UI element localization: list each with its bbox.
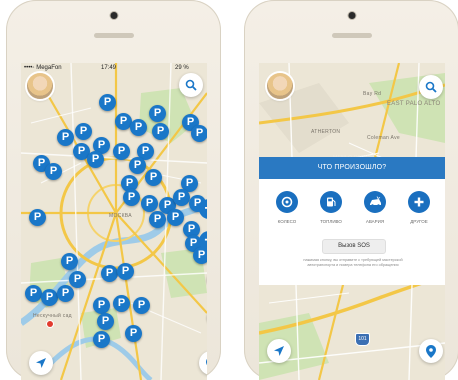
parking-pin[interactable]: P	[133, 297, 150, 314]
map-label-east-palo-alto: EAST PALO ALTO	[387, 101, 441, 107]
option-wheel[interactable]: КОЛЕСО	[267, 191, 307, 224]
parking-pin[interactable]: P	[101, 265, 118, 282]
front-camera	[110, 12, 117, 19]
search-icon	[425, 81, 437, 93]
right-phone: ATHERTON MENLO PARK EAST PALO ALTO Bay R…	[244, 0, 458, 380]
parking-pin[interactable]: P	[125, 325, 142, 342]
option-label: ТОПЛИВО	[320, 219, 342, 224]
parking-pin[interactable]: P	[145, 169, 162, 186]
parking-pin[interactable]: P	[45, 163, 62, 180]
parking-pin[interactable]: P	[93, 331, 110, 348]
locate-me-button[interactable]	[267, 339, 291, 363]
option-fuel[interactable]: ТОПЛИВО	[311, 191, 351, 224]
fuel-icon	[320, 191, 342, 213]
speaker-grille	[93, 33, 134, 38]
parking-pin[interactable]: P	[149, 211, 166, 228]
parking-pin[interactable]: P	[130, 119, 147, 136]
sos-hint-text: нажимая кнопку, вы отправите с требующей…	[303, 258, 403, 267]
parking-pin[interactable]: P	[41, 289, 58, 306]
search-icon	[185, 79, 197, 91]
parking-pin[interactable]: P	[61, 253, 78, 270]
car-accident-icon	[364, 191, 386, 213]
location-pin-icon	[426, 344, 436, 358]
sos-call-button[interactable]: Вызов SOS	[322, 239, 386, 254]
carrier-label: ••••◦ MegaFon	[24, 65, 62, 71]
clock-label: 17:49	[101, 65, 117, 71]
user-avatar[interactable]	[27, 73, 53, 99]
parking-pin[interactable]: P	[113, 295, 130, 312]
front-camera	[348, 12, 355, 19]
parking-pin[interactable]: P	[57, 285, 74, 302]
user-avatar[interactable]	[267, 73, 293, 99]
parking-pin[interactable]: P	[75, 123, 92, 140]
option-label: АВАРИЯ	[365, 219, 385, 224]
option-label: КОЛЕСО	[277, 219, 297, 224]
parking-pin[interactable]: P	[167, 209, 184, 226]
status-bar: ••••◦ MegaFon 17:49 29 %	[21, 63, 207, 74]
parking-pin[interactable]: P	[113, 143, 130, 160]
locate-me-button[interactable]	[29, 351, 53, 375]
parking-pin[interactable]: P	[173, 189, 190, 206]
search-button[interactable]	[419, 75, 443, 99]
parking-pin[interactable]: P	[99, 94, 116, 111]
parking-pin[interactable]: P	[149, 105, 166, 122]
parking-pin[interactable]: P	[93, 297, 110, 314]
current-location-dot	[47, 321, 53, 327]
parking-pin[interactable]: P	[117, 263, 134, 280]
search-button[interactable]	[179, 73, 203, 97]
parking-pin[interactable]: P	[57, 129, 74, 146]
map-label-bay-rd: Bay Rd	[363, 91, 382, 97]
parking-pin[interactable]: P	[123, 189, 140, 206]
place-button[interactable]	[419, 339, 443, 363]
map-label-park: Нескучный сад	[33, 313, 72, 319]
plus-icon	[408, 191, 430, 213]
highway-shield: 101	[355, 333, 370, 346]
parking-pin[interactable]: P	[191, 125, 207, 142]
option-accident[interactable]: АВАРИЯ	[355, 191, 395, 224]
map-label-coleman-ave: Coleman Ave	[367, 135, 400, 141]
navigation-arrow-icon	[274, 346, 284, 356]
incident-panel: КОЛЕСО ТОПЛИВО АВАРИЯ ДРУГОЕ Вызов SOS н…	[259, 179, 445, 285]
map-label-atherton: ATHERTON	[311, 129, 341, 135]
map-label-city: МОСКВА	[109, 213, 132, 219]
option-other[interactable]: ДРУГОЕ	[399, 191, 439, 224]
parking-pin[interactable]: P	[129, 157, 146, 174]
parking-pin[interactable]: P	[69, 271, 86, 288]
speaker-grille	[331, 33, 372, 38]
parking-pin[interactable]: P	[25, 285, 42, 302]
wheel-icon	[276, 191, 298, 213]
incident-screen: ATHERTON MENLO PARK EAST PALO ALTO Bay R…	[259, 63, 445, 380]
parking-map-screen: ••••◦ MegaFon 17:49 29 % МОСКВА Нескучны…	[21, 63, 207, 380]
parking-pin[interactable]: P	[29, 209, 46, 226]
parking-pin[interactable]: P	[152, 123, 169, 140]
incident-panel-title: ЧТО ПРОИЗОШЛО?	[259, 157, 445, 179]
parking-pin[interactable]: P	[97, 313, 114, 330]
battery-label: 29 %	[175, 65, 189, 71]
navigation-arrow-icon	[36, 358, 46, 368]
parking-pin[interactable]: P	[87, 151, 104, 168]
parking-pin[interactable]: P	[141, 195, 158, 212]
left-phone: ••••◦ MegaFon 17:49 29 % МОСКВА Нескучны…	[6, 0, 221, 380]
option-label: ДРУГОЕ	[410, 219, 428, 224]
